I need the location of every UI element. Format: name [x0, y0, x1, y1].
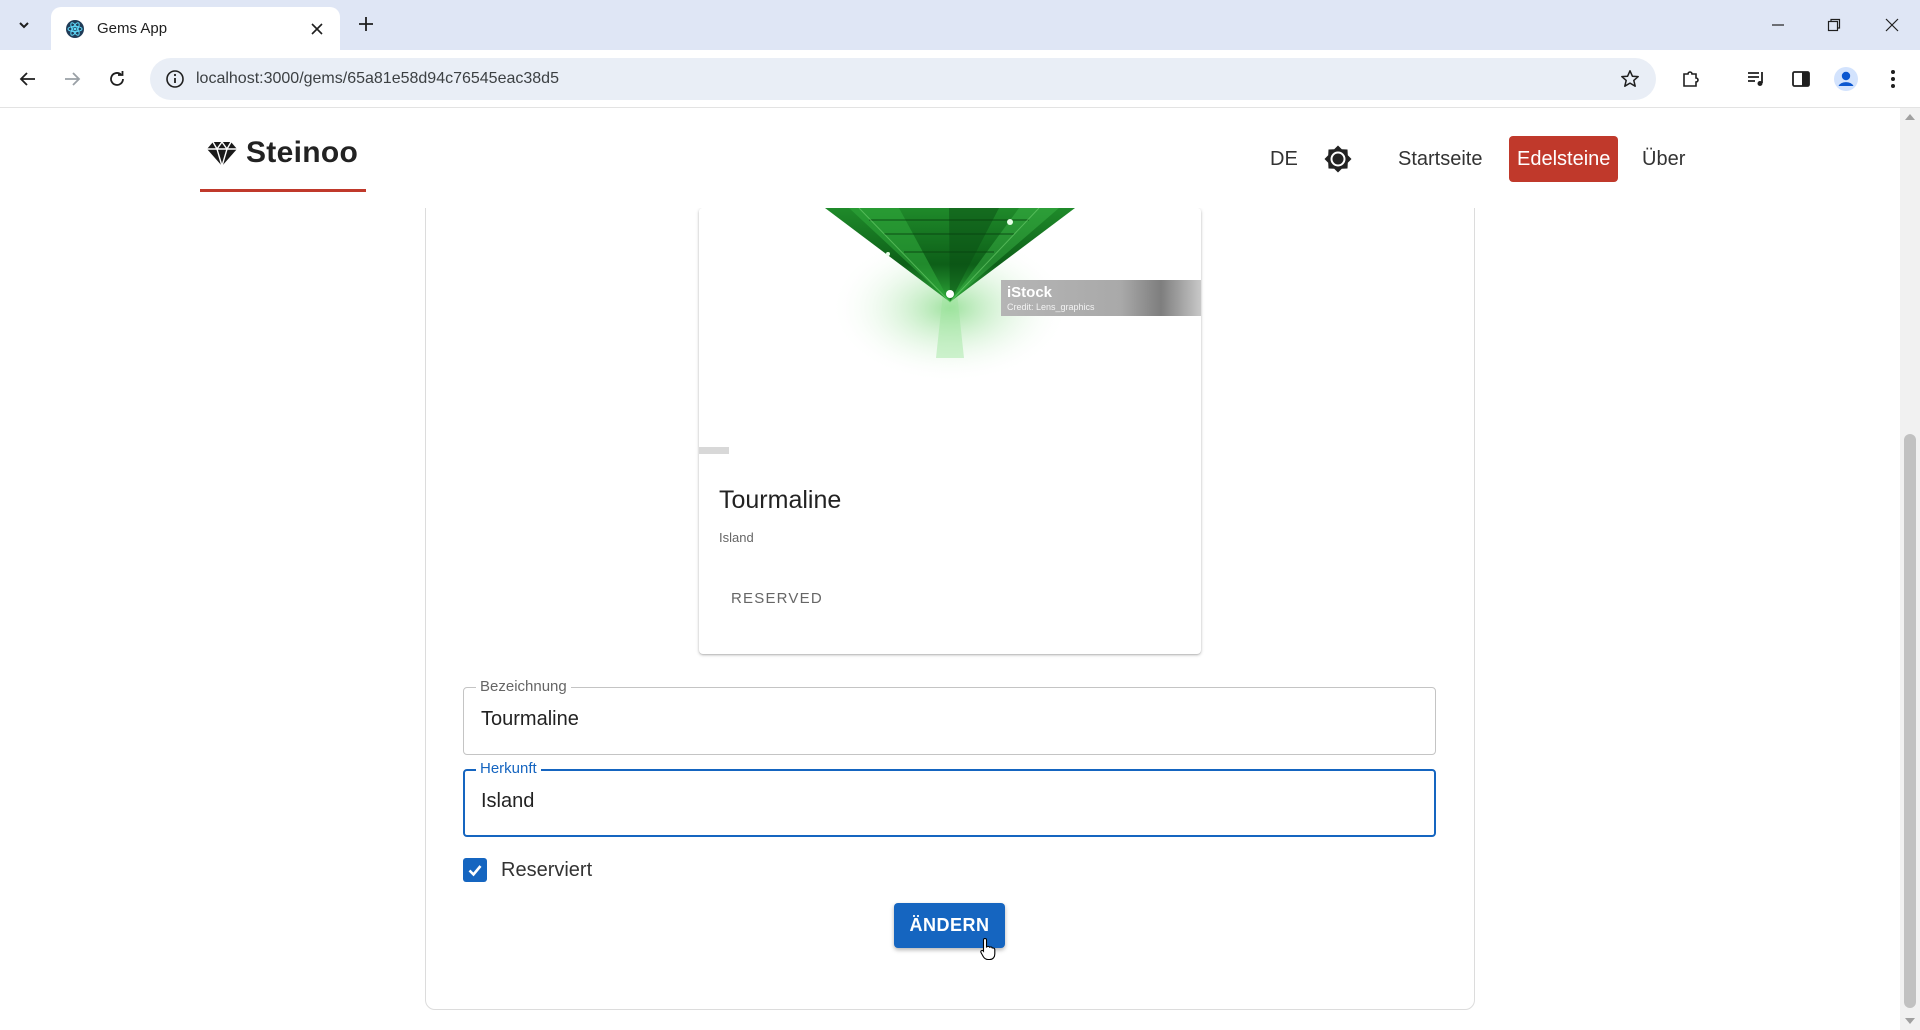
- react-favicon-icon: [66, 19, 84, 38]
- new-tab-button[interactable]: [352, 10, 380, 38]
- scroll-up-arrow-icon[interactable]: [1905, 114, 1915, 120]
- browser-tab-bar: Gems App: [0, 0, 1920, 50]
- plus-icon: [359, 17, 373, 31]
- puzzle-icon: [1683, 71, 1699, 87]
- back-button[interactable]: [11, 62, 45, 96]
- site-info-icon[interactable]: [164, 68, 186, 90]
- tab-close-icon[interactable]: [306, 18, 328, 40]
- name-field-label: Bezeichnung: [476, 678, 571, 696]
- gem-preview-card: iStock Credit: Lens_graphics Tourmaline …: [699, 208, 1201, 654]
- side-panel-button[interactable]: [1784, 62, 1818, 96]
- name-field[interactable]: Bezeichnung: [463, 678, 1436, 755]
- gem-image: iStock Credit: Lens_graphics: [699, 208, 1201, 468]
- close-icon: [1885, 18, 1899, 32]
- arrow-left-icon: [19, 72, 35, 86]
- emerald-gem-illustration: [825, 208, 1075, 383]
- scroll-down-arrow-icon[interactable]: [1905, 1018, 1915, 1024]
- tab-title: Gems App: [97, 20, 168, 37]
- watermark-brand: iStock: [1007, 284, 1053, 301]
- hand-pointer-cursor-icon: [980, 937, 996, 961]
- reserved-checkbox[interactable]: [463, 858, 487, 882]
- name-input[interactable]: [481, 708, 1401, 731]
- restore-button[interactable]: [1806, 0, 1862, 50]
- forward-button[interactable]: [55, 62, 89, 96]
- tab-search-button[interactable]: [8, 9, 40, 41]
- reload-button[interactable]: [100, 62, 134, 96]
- theme-toggle-button[interactable]: [1320, 136, 1356, 182]
- origin-field[interactable]: Herkunft: [463, 760, 1436, 837]
- minimize-icon: [1772, 24, 1784, 26]
- media-playlist-icon: [1748, 72, 1763, 86]
- extensions-button[interactable]: [1674, 62, 1708, 96]
- profile-button[interactable]: [1829, 62, 1863, 96]
- brightness-icon: [1324, 145, 1352, 173]
- origin-input[interactable]: [481, 790, 1401, 813]
- chevron-down-icon: [19, 22, 29, 29]
- minimize-button[interactable]: [1750, 0, 1806, 50]
- brand-logo[interactable]: Steinoo: [200, 136, 367, 192]
- bookmark-star-icon[interactable]: [1616, 65, 1644, 93]
- arrow-right-icon: [65, 72, 81, 86]
- app-header: Steinoo DE Startseite Edelsteine Über: [0, 108, 1900, 208]
- scrollbar-thumb[interactable]: [1904, 434, 1916, 1008]
- gem-name: Tourmaline: [719, 486, 842, 514]
- gem-status-badge: RESERVED: [731, 590, 823, 607]
- istock-watermark: iStock Credit: Lens_graphics: [1001, 280, 1201, 316]
- avatar-icon: [1834, 67, 1858, 91]
- restore-icon: [1827, 18, 1841, 32]
- side-panel-icon: [1792, 71, 1810, 87]
- browser-toolbar: localhost:3000/gems/65a81e58d94c76545eac…: [0, 50, 1920, 108]
- close-window-button[interactable]: [1864, 0, 1920, 50]
- url-text[interactable]: localhost:3000/gems/65a81e58d94c76545eac…: [196, 70, 1616, 88]
- origin-field-label: Herkunft: [476, 760, 541, 778]
- address-bar[interactable]: localhost:3000/gems/65a81e58d94c76545eac…: [150, 58, 1656, 100]
- page-viewport: iStock Credit: Lens_graphics Tourmaline …: [0, 108, 1900, 1030]
- gem-origin: Island: [719, 530, 754, 545]
- image-badge: [699, 447, 729, 454]
- diamond-icon: [207, 140, 237, 168]
- reserved-checkbox-row[interactable]: Reserviert: [463, 854, 592, 886]
- media-controls-button[interactable]: [1740, 62, 1774, 96]
- checkmark-icon: [468, 865, 482, 877]
- more-vertical-icon: [1891, 70, 1895, 88]
- nav-home-link[interactable]: Startseite: [1390, 136, 1490, 182]
- reserved-checkbox-label: Reserviert: [501, 858, 593, 881]
- brand-name: Steinoo: [246, 136, 359, 169]
- reload-icon: [110, 71, 124, 86]
- browser-tab[interactable]: Gems App: [51, 7, 340, 50]
- language-switcher[interactable]: DE: [1266, 136, 1302, 182]
- nav-about-link[interactable]: Über: [1634, 136, 1693, 182]
- browser-menu-button[interactable]: [1876, 62, 1910, 96]
- nav-gems-link[interactable]: Edelsteine: [1509, 136, 1619, 182]
- watermark-credit: Credit: Lens_graphics: [1007, 302, 1095, 312]
- page-scrollbar[interactable]: [1900, 108, 1920, 1030]
